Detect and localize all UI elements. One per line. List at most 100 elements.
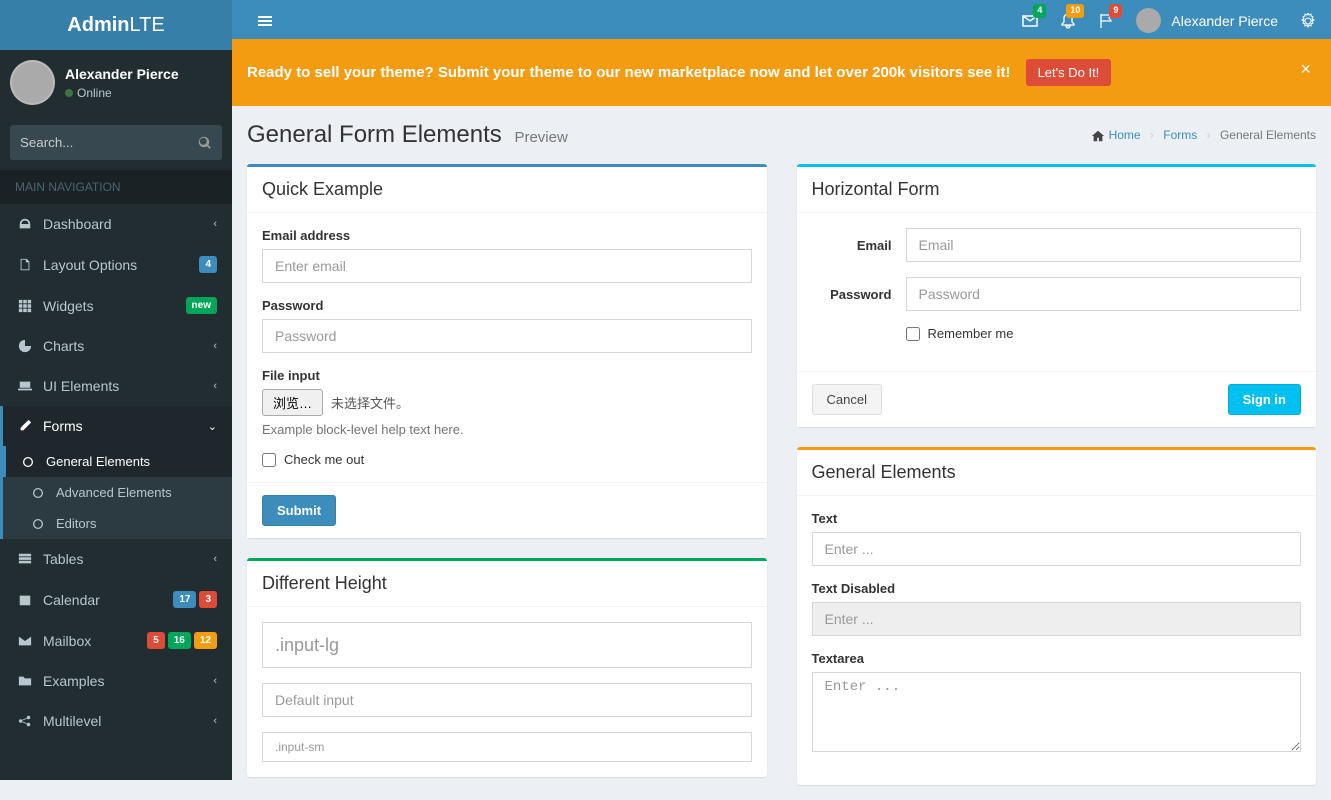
badge: 12 [194,632,217,649]
signin-button[interactable]: Sign in [1228,384,1301,415]
sidebar-item-dashboard[interactable]: Dashboard ‹ [0,204,232,244]
file-browse-button[interactable]: 浏览… [262,389,323,416]
circle-o-icon [28,486,48,500]
alert-action-button[interactable]: Let's Do It! [1026,59,1112,86]
text-label: Text [812,511,1302,526]
badge: 4 [1033,4,1046,18]
chevron-left-icon: ‹ [213,553,217,565]
box-horizontal-form: Horizontal Form Email Password [797,164,1317,427]
badge: 9 [1109,4,1122,18]
file-none-text: 未选择文件。 [331,393,409,412]
sidebar-item-label: General Elements [46,454,150,469]
sidebar-item-widgets[interactable]: Widgets new [0,285,232,326]
marketplace-alert: Ready to sell your theme? Submit your th… [232,39,1331,106]
circle-o-icon [18,455,38,469]
envelope-icon [15,634,35,648]
home-icon [1091,129,1105,143]
sidebar-item-tables[interactable]: Tables ‹ [0,539,232,579]
sidebar-subitem-advanced[interactable]: Advanced Elements [3,477,232,508]
textarea-input[interactable] [812,672,1302,752]
chevron-left-icon: ‹ [213,715,217,727]
text-input[interactable] [812,532,1302,566]
sidebar-item-layout[interactable]: Layout Options 4 [0,244,232,285]
sidebar-item-charts[interactable]: Charts ‹ [0,326,232,366]
breadcrumb-home[interactable]: Home [1109,128,1141,142]
sidebar-item-ui[interactable]: UI Elements ‹ [0,366,232,406]
box-title: General Elements [812,462,1302,483]
sidebar-username[interactable]: Alexander Pierce [65,67,179,81]
table-icon [15,552,35,566]
chevron-left-icon: ‹ [213,675,217,687]
chevron-left-icon: ‹ [213,218,217,230]
sidebar-user-status: Online [65,87,179,99]
badge: 4 [199,256,217,273]
sidebar-item-label: Advanced Elements [56,485,172,500]
h-password-input[interactable] [906,277,1302,311]
logo[interactable]: AdminLTE [0,0,232,50]
bars-icon [257,13,273,29]
control-sidebar-toggle[interactable] [1300,12,1316,29]
input-sm[interactable] [262,732,752,762]
notifications-dropdown[interactable]: 10 [1060,12,1076,29]
sidebar-item-multilevel[interactable]: Multilevel ‹ [0,701,232,741]
user-menu[interactable]: Alexander Pierce [1136,8,1278,33]
badge: 16 [168,632,191,649]
sidebar-subitem-editors[interactable]: Editors [3,508,232,539]
badge: new [186,297,217,314]
chevron-down-icon: ⌄ [208,420,217,433]
sidebar-subitem-general[interactable]: General Elements [6,446,232,477]
box-general-elements: General Elements Text Text Disabled Text… [797,447,1317,785]
messages-dropdown[interactable]: 4 [1022,12,1038,29]
email-label: Email address [262,228,752,243]
h-email-label: Email [812,238,892,253]
box-title: Horizontal Form [812,179,1302,200]
remember-me-checkbox[interactable] [906,327,920,341]
sidebar-item-label: UI Elements [43,378,119,394]
share-icon [15,714,35,728]
submit-button[interactable]: Submit [262,495,336,526]
th-icon [15,299,35,313]
password-input[interactable] [262,319,752,353]
sidebar-toggle-button[interactable] [247,2,283,39]
email-input[interactable] [262,249,752,283]
text-disabled-input [812,602,1302,636]
sidebar-item-label: Dashboard [43,216,112,232]
file-label: File input [262,368,752,383]
tasks-dropdown[interactable]: 9 [1098,12,1114,29]
chevron-left-icon: ‹ [213,340,217,352]
textarea-label: Textarea [812,651,1302,666]
badge: 17 [173,591,196,608]
breadcrumb-forms[interactable]: Forms [1163,128,1197,142]
check-me-out-checkbox[interactable] [262,453,276,467]
search-icon [198,136,212,150]
files-icon [15,258,35,272]
box-title: Different Height [262,573,752,594]
sidebar-item-calendar[interactable]: Calendar 17 3 [0,579,232,620]
avatar [1136,8,1161,33]
cancel-button[interactable]: Cancel [812,384,882,415]
sidebar-item-mailbox[interactable]: Mailbox 5 16 12 [0,620,232,661]
edit-icon [15,419,35,433]
badge: 5 [147,632,165,649]
input-lg[interactable] [262,622,752,668]
gears-icon [1300,13,1316,29]
folder-icon [15,674,35,688]
sidebar-search-button[interactable] [188,125,222,160]
sidebar-item-label: Mailbox [43,633,91,649]
sidebar-user-panel: Alexander Pierce Online [0,50,232,115]
sidebar-item-label: Examples [43,673,104,689]
box-quick-example: Quick Example Email address Password Fil… [247,164,767,538]
input-default[interactable] [262,683,752,717]
pie-chart-icon [15,339,35,353]
alert-close-button[interactable]: × [1300,59,1311,80]
sidebar-item-examples[interactable]: Examples ‹ [0,661,232,701]
box-title: Quick Example [262,179,752,200]
sidebar-item-forms[interactable]: Forms ⌄ [3,406,232,446]
sidebar-item-label: Multilevel [43,713,101,729]
navbar-username: Alexander Pierce [1171,13,1278,29]
sidebar-search [10,125,222,160]
sidebar-item-label: Layout Options [43,257,137,273]
checkbox-label: Remember me [928,326,1014,341]
h-email-input[interactable] [906,228,1302,262]
sidebar-item-label: Charts [43,338,84,354]
